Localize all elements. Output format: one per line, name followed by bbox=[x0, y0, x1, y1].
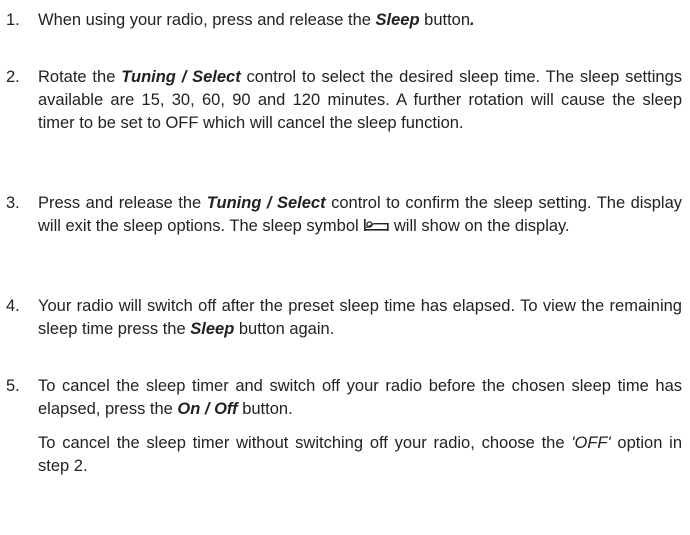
step-number: 5. bbox=[6, 377, 20, 395]
step-text-part: button bbox=[419, 11, 471, 29]
step-text-part: Rotate the bbox=[38, 68, 122, 86]
step-3: 3. Press and release the Tuning / Select… bbox=[6, 192, 682, 238]
step-number: 2. bbox=[6, 68, 20, 86]
step-5: 5. To cancel the sleep timer and switch … bbox=[6, 375, 682, 478]
on-off-button-label: On / Off bbox=[177, 400, 238, 418]
step-text-part: button. bbox=[237, 400, 293, 418]
step-text: When using your radio, press and release… bbox=[38, 9, 682, 32]
step-text: Press and release the Tuning / Select co… bbox=[38, 192, 682, 238]
step-text: Your radio will switch off after the pre… bbox=[38, 295, 682, 341]
step-text-part: will show on the display. bbox=[389, 217, 570, 235]
tuning-select-label: Tuning / Select bbox=[121, 68, 241, 86]
step-4: 4. Your radio will switch off after the … bbox=[6, 295, 682, 341]
step-text: To cancel the sleep timer and switch off… bbox=[38, 375, 682, 478]
step-number: 1. bbox=[6, 11, 20, 29]
sleep-button-label: Sleep bbox=[375, 11, 420, 29]
step-text-part: When using your radio, press and release… bbox=[38, 11, 376, 29]
step-text-part: To cancel the sleep timer without switch… bbox=[38, 434, 572, 452]
step-number: 3. bbox=[6, 194, 20, 212]
step-1: 1. When using your radio, press and rele… bbox=[6, 9, 682, 32]
off-option-label: 'OFF' bbox=[571, 434, 611, 452]
step-text-part: . bbox=[470, 11, 475, 29]
tuning-select-label: Tuning / Select bbox=[206, 194, 326, 212]
step-text-part: Press and release the bbox=[38, 194, 207, 212]
step-text-part: Your radio will switch off after the pre… bbox=[38, 297, 682, 338]
step-2: 2. Rotate the Tuning / Select control to… bbox=[6, 66, 682, 135]
step-text-part: button again. bbox=[234, 320, 335, 338]
sleep-bed-icon bbox=[363, 216, 389, 231]
sleep-button-label: Sleep bbox=[190, 320, 235, 338]
step-number: 4. bbox=[6, 297, 20, 315]
step-text: Rotate the Tuning / Select control to se… bbox=[38, 66, 682, 135]
step-text-part: To cancel the sleep timer and switch off… bbox=[38, 377, 682, 418]
